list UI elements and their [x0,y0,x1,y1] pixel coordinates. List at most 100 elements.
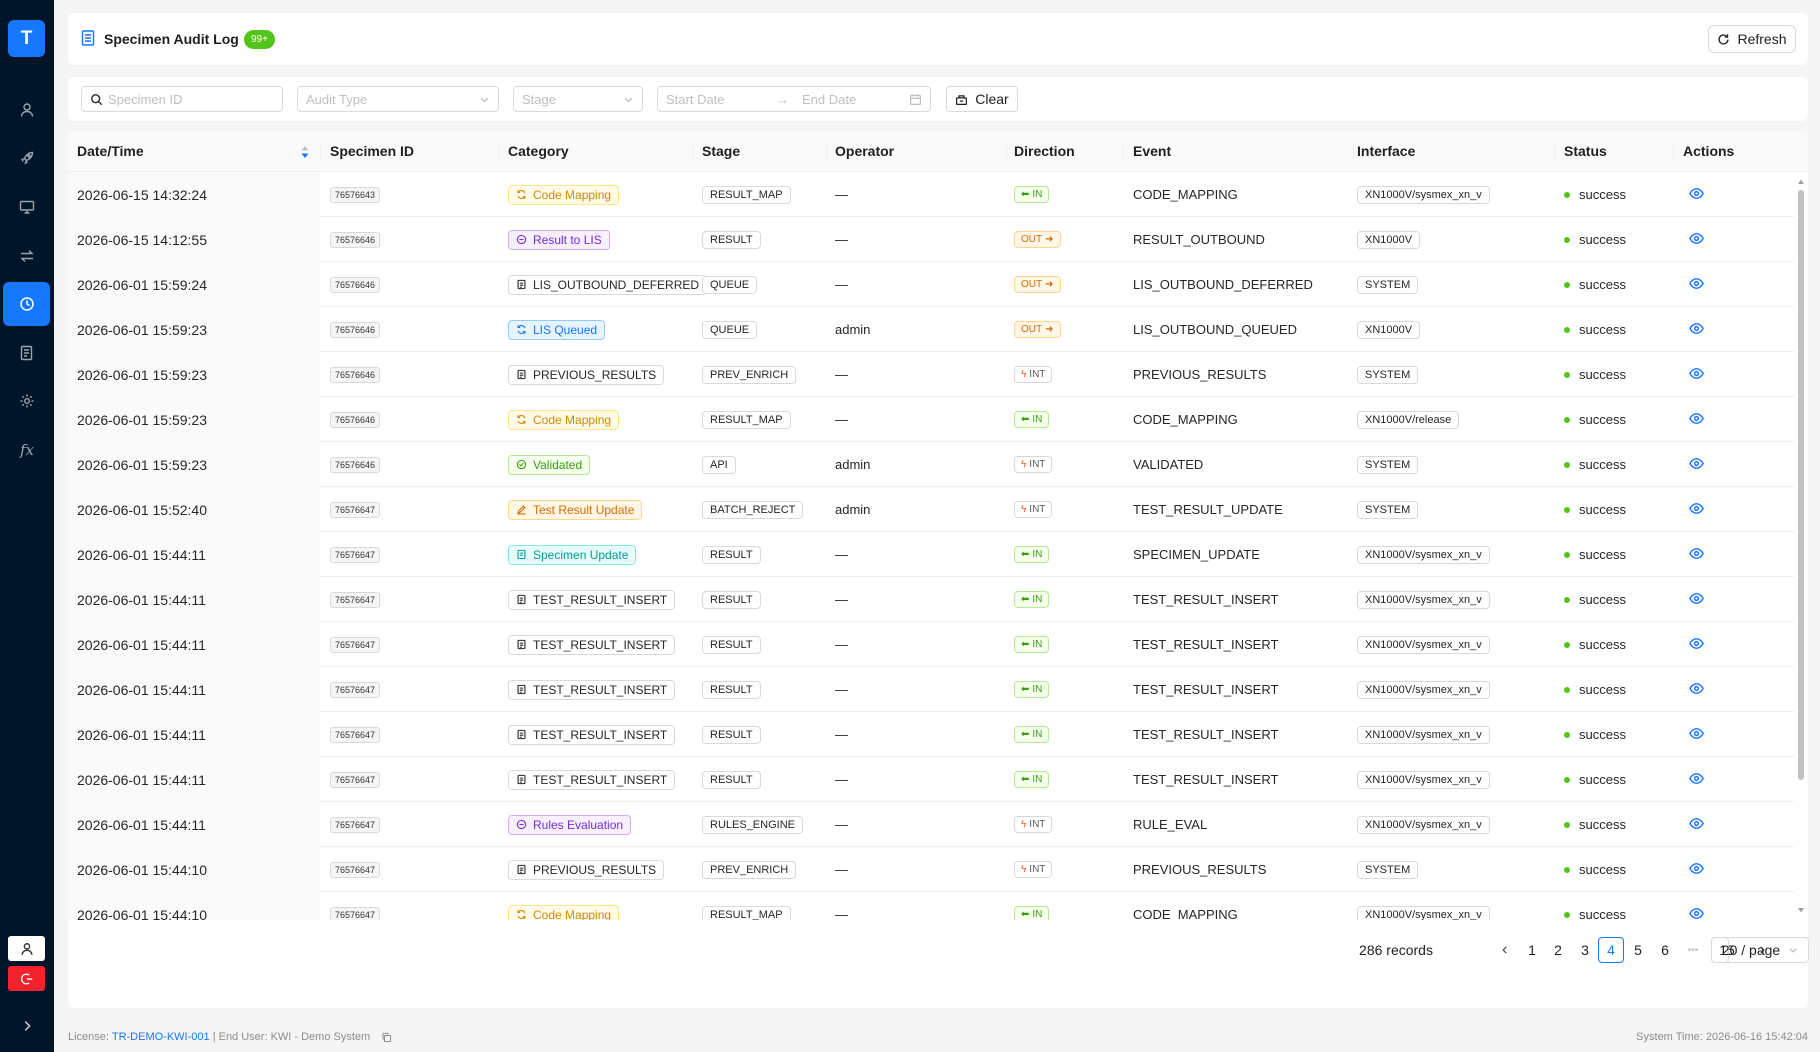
page-1-button[interactable]: 1 [1519,937,1545,963]
interface-cell: XN1000V/release [1357,397,1460,442]
table-row[interactable]: 2026-06-01 15:44:10 76576647 PREVIOUS_RESU… [68,847,1794,892]
logout-icon [20,973,32,984]
table-row[interactable]: 2026-06-01 15:44:11 76576647 Rules Evaluat… [68,802,1794,847]
specimen-id-tag: 76576646 [330,456,381,473]
view-details-button[interactable] [1689,726,1704,744]
view-details-button[interactable] [1689,681,1704,699]
bolt-icon: ϟ [1021,459,1027,470]
table-row[interactable]: 2026-06-01 15:59:23 76576646 LIS Queued QUE… [68,307,1794,352]
category-cell: PREVIOUS_RESULTS [508,847,665,892]
arrow-left-icon: ⬅ [1021,414,1030,425]
view-details-button[interactable] [1689,501,1704,519]
sidebar-item-deploy[interactable] [0,136,54,180]
view-details-button[interactable] [1689,546,1704,564]
table-row[interactable]: 2026-06-01 15:44:11 76576647 TEST_RESULT_I… [68,622,1794,667]
clear-filters-button[interactable]: Clear [946,86,1018,112]
refresh-button[interactable]: Refresh [1708,25,1796,53]
table-row[interactable]: 2026-06-15 14:32:24 76576643 Code Mapping R… [68,172,1794,217]
sidebar-item-users[interactable] [0,88,54,132]
view-details-button[interactable] [1689,861,1704,879]
monitor-icon [19,200,35,214]
table-scrollbar[interactable] [1797,178,1805,914]
logout-button[interactable] [8,966,45,991]
stage-tag: RESULT [702,680,761,699]
page-3-button[interactable]: 3 [1572,937,1598,963]
audit-type-select[interactable]: Audit Type [297,86,499,112]
table-row[interactable]: 2026-06-01 15:44:11 76576647 Specimen Upda… [68,532,1794,577]
view-details-button[interactable] [1689,906,1704,921]
page-5-button[interactable]: 5 [1625,937,1651,963]
view-details-button[interactable] [1689,411,1704,429]
sidebar-item-interfaces[interactable] [0,234,54,278]
category-cell: TEST_RESULT_INSERT [508,757,676,802]
specimen-cell: 76576647 [330,892,381,920]
specimen-id-tag: 76576647 [330,906,381,920]
status-dot [1564,236,1570,243]
view-details-button[interactable] [1689,366,1704,384]
view-details-button[interactable] [1689,456,1704,474]
datetime-cell: 2026-06-01 15:52:40 [68,487,320,532]
view-details-button[interactable] [1689,771,1704,789]
arrow-left-icon: ⬅ [1021,729,1030,740]
page-size-select[interactable]: 20 / page [1711,937,1809,963]
app-logo[interactable]: T [8,20,45,57]
specimen-search-input[interactable]: Specimen ID [81,86,283,112]
scroll-up-arrow[interactable] [1797,178,1805,186]
datetime-cell: 2026-06-01 15:44:11 [68,757,320,802]
sidebar-item-settings[interactable] [0,379,54,423]
table-row[interactable]: 2026-06-01 15:44:11 76576647 TEST_RESULT_I… [68,667,1794,712]
table-row[interactable]: 2026-06-01 15:59:23 76576646 Validated API a… [68,442,1794,487]
page-ellipsis[interactable]: ••• [1678,937,1708,963]
interface-cell: XN1000V/sysmex_xn_v [1357,667,1490,712]
direction-cell: OUT ➜ [1014,217,1061,262]
view-details-button[interactable] [1689,276,1704,294]
page-2-button[interactable]: 2 [1545,937,1571,963]
sidebar-item-reports[interactable] [0,331,54,375]
license-key-link[interactable]: TR-DEMO-KWI-001 [112,1031,210,1043]
copy-icon[interactable] [381,1032,392,1043]
sidebar-expand-button[interactable] [0,1004,54,1048]
eye-icon [1689,862,1704,874]
sort-icon[interactable] [301,145,309,159]
table-row[interactable]: 2026-06-01 15:59:23 76576646 Code Mapping R… [68,397,1794,442]
specimen-search-placeholder: Specimen ID [108,91,183,107]
user-profile-button[interactable] [8,936,45,961]
sidebar-item-functions[interactable]: fx [0,428,54,472]
direction-cell: ⬅ IN [1014,532,1050,577]
prev-page-button[interactable] [1492,937,1518,963]
table-row[interactable]: 2026-06-15 14:12:55 76576646 Result to LIS… [68,217,1794,262]
sidebar-item-devices[interactable] [0,185,54,229]
table-row[interactable]: 2026-06-01 15:44:10 76576647 Code Mapping R… [68,892,1794,920]
stage-select[interactable]: Stage [513,86,643,112]
page-6-button[interactable]: 6 [1652,937,1678,963]
datetime-cell: 2026-06-01 15:59:23 [68,397,320,442]
col-header-datetime[interactable]: Date/Time [77,131,144,172]
page-4-button[interactable]: 4 [1598,937,1624,963]
direction-cell: ⬅ IN [1014,892,1050,920]
scroll-thumb[interactable] [1798,190,1804,780]
view-details-button[interactable] [1689,186,1704,204]
table-row[interactable]: 2026-06-01 15:52:40 76576647 Test Result U… [68,487,1794,532]
table-row[interactable]: 2026-06-01 15:59:23 76576646 PREVIOUS_RESU… [68,352,1794,397]
date-range-picker[interactable]: Start Date → End Date [657,86,931,112]
interface-tag: SYSTEM [1357,275,1419,294]
direction-tag: ⬅ IN [1014,906,1050,920]
interface-cell: XN1000V/sysmex_xn_v [1357,172,1490,217]
status-cell: success [1564,847,1626,892]
table-row[interactable]: 2026-06-01 15:59:24 76576646 LIS_OUTBOUND_… [68,262,1794,307]
column-divider [499,143,500,161]
actions-cell [1689,487,1704,532]
view-details-button[interactable] [1689,321,1704,339]
table-row[interactable]: 2026-06-01 15:44:11 76576647 TEST_RESULT_I… [68,577,1794,622]
specimen-cell: 76576647 [330,667,381,712]
view-details-button[interactable] [1689,591,1704,609]
table-row[interactable]: 2026-06-01 15:44:11 76576647 TEST_RESULT_I… [68,757,1794,802]
view-details-button[interactable] [1689,231,1704,249]
actions-cell [1689,442,1704,487]
table-row[interactable]: 2026-06-01 15:44:11 76576647 TEST_RESULT_I… [68,712,1794,757]
scroll-down-arrow[interactable] [1797,906,1805,914]
view-details-button[interactable] [1689,816,1704,834]
specimen-id-tag: 76576647 [330,861,381,878]
view-details-button[interactable] [1689,636,1704,654]
sidebar-item-audit-log[interactable] [3,282,50,326]
